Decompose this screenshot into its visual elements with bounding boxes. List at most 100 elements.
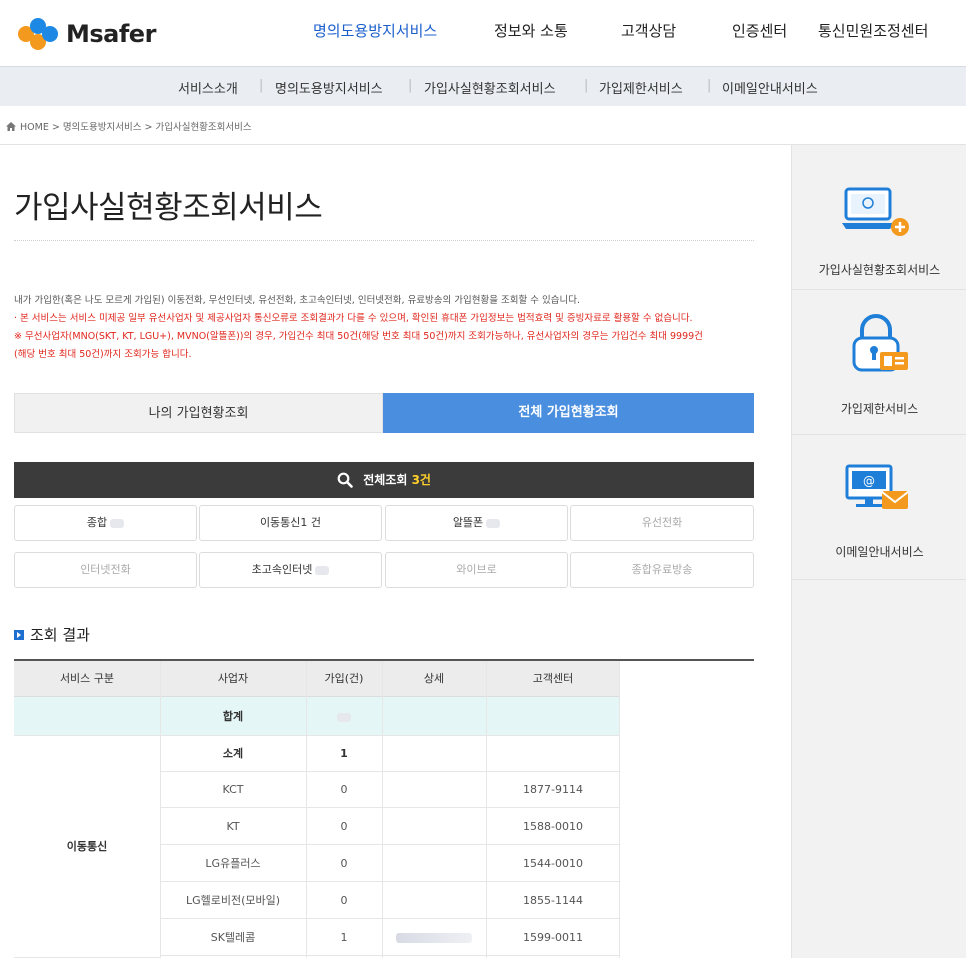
lock-card-icon: [852, 314, 908, 372]
subtotal-count: 1: [306, 736, 382, 772]
title-divider: [14, 240, 754, 241]
gnb-item-auth[interactable]: 인증센터: [732, 20, 787, 41]
notice-line: (해당 번호 최대 50건)까지 조회가능 합니다.: [14, 349, 192, 360]
col-header: 상세: [382, 661, 486, 697]
description-line: 내가 가입한(혹은 나도 모르게 가입된) 이동전화, 무선인터넷, 유선전화,…: [14, 295, 580, 306]
carrier-name: KCT: [160, 772, 306, 808]
carrier-count: 0: [306, 846, 382, 882]
group-label: 이동통신: [14, 736, 160, 958]
table-divider: [486, 661, 487, 958]
side-link-restriction[interactable]: 가입제한서비스: [792, 290, 966, 435]
notice-line: · 본 서비스는 서비스 미제공 일부 유선사업자 및 제공사업자 통신오류로 …: [14, 313, 693, 324]
category-voip[interactable]: 인터넷전화: [14, 552, 197, 588]
total-count: 3건: [411, 473, 431, 487]
bullet-icon: [14, 629, 24, 640]
table-cell: [382, 736, 486, 772]
sub-nav: 서비스소개 | 명의도용방지서비스 | 가입사실현황조회서비스 | 가입제한서비…: [0, 66, 966, 106]
quick-menu-sidebar: 가입사실현황조회서비스 가입제한서비스 @ 이메일안내서비스: [791, 145, 966, 958]
carrier-name: KT: [160, 809, 306, 845]
carrier-name: SK텔레콤: [160, 920, 306, 956]
category-landline[interactable]: 유선전화: [570, 505, 754, 541]
gnb-item-dispute[interactable]: 통신민원조정센터: [818, 20, 928, 41]
category-mvno[interactable]: 알뜰폰: [385, 505, 568, 541]
masked-count: [315, 565, 330, 575]
category-paytv[interactable]: 종합유료방송: [570, 552, 754, 588]
col-header: 가입(건): [306, 661, 382, 697]
carrier-name: LG헬로비전(모바일): [160, 883, 306, 919]
category-total[interactable]: 종합: [14, 505, 197, 541]
side-link-label: 가입사실현황조회서비스: [818, 263, 941, 277]
gnb-item-support[interactable]: 고객상담: [621, 20, 676, 41]
total-label: 전체조회: [363, 473, 408, 487]
carrier-detail: [382, 772, 486, 808]
subtotal-label: 소계: [160, 736, 306, 772]
search-icon: [337, 472, 353, 488]
table-cell: [486, 697, 620, 736]
category-broadband[interactable]: 초고속인터넷: [199, 552, 382, 588]
breadcrumb: HOME > 명의도용방지서비스 > 가입사실현황조회서비스: [6, 119, 252, 133]
carrier-phone: 1599-0011: [486, 920, 620, 956]
notice-line: ※ 무선사업자(MNO(SKT, KT, LGU+), MVNO(알뜰폰))의 …: [14, 331, 703, 342]
logo-mark-icon: [14, 17, 62, 51]
carrier-detail: [382, 809, 486, 845]
carrier-detail: [382, 846, 486, 882]
table-divider: [306, 661, 307, 958]
table-divider: [382, 661, 383, 958]
results-heading: 조회 결과: [14, 624, 90, 645]
svg-text:@: @: [863, 474, 875, 488]
carrier-phone: 1877-9114: [486, 772, 620, 808]
table-row: [14, 697, 160, 736]
sum-label: 합계: [160, 697, 306, 736]
table-cell: [382, 697, 486, 736]
subnav-divider: |: [408, 78, 413, 93]
subnav-item-email[interactable]: 이메일안내서비스: [722, 78, 818, 97]
side-link-status-query[interactable]: 가입사실현황조회서비스: [792, 145, 966, 290]
carrier-detail[interactable]: [382, 920, 486, 956]
gnb-item-info[interactable]: 정보와 소통: [494, 20, 568, 41]
subnav-item-identity[interactable]: 명의도용방지서비스: [275, 78, 383, 97]
masked-count: [337, 712, 351, 722]
home-icon[interactable]: [6, 121, 16, 131]
monitor-mail-icon: @: [845, 464, 909, 509]
carrier-phone: 1588-0010: [486, 809, 620, 845]
carrier-count: 1: [306, 920, 382, 956]
sum-count: [306, 697, 382, 736]
carrier-count: 0: [306, 809, 382, 845]
breadcrumb-text[interactable]: HOME > 명의도용방지서비스 > 가입사실현황조회서비스: [20, 119, 252, 133]
masked-detail: [396, 933, 472, 943]
subnav-divider: |: [584, 78, 589, 93]
top-header: Msafer 명의도용방지서비스 정보와 소통 고객상담 인증센터 통신민원조정…: [0, 0, 966, 66]
msafer-logo[interactable]: Msafer: [14, 16, 156, 52]
tab-my-status[interactable]: 나의 가입현황조회: [14, 393, 383, 433]
subnav-divider: |: [259, 78, 264, 93]
table-divider: [619, 661, 620, 958]
side-link-label: 가입제한서비스: [840, 402, 919, 416]
carrier-detail: [382, 883, 486, 919]
subnav-item-intro[interactable]: 서비스소개: [178, 78, 238, 97]
masked-count: [110, 518, 125, 528]
table-cell: [486, 736, 620, 772]
subnav-divider: |: [707, 78, 712, 93]
carrier-name: LG유플러스: [160, 846, 306, 882]
gnb-item-identity-theft[interactable]: 명의도용방지서비스: [313, 20, 437, 41]
subnav-item-status[interactable]: 가입사실현황조회서비스: [424, 78, 556, 97]
carrier-phone: 1544-0010: [486, 846, 620, 882]
masked-count: [486, 518, 501, 528]
carrier-count: 0: [306, 883, 382, 919]
subnav-item-restrict[interactable]: 가입제한서비스: [599, 78, 683, 97]
col-header: 서비스 구분: [14, 661, 160, 697]
category-wibro[interactable]: 와이브로: [385, 552, 568, 588]
category-mobile[interactable]: 이동통신1 건: [199, 505, 382, 541]
total-query-bar[interactable]: 전체조회 3건: [14, 462, 754, 498]
page-title: 가입사실현황조회서비스: [14, 190, 323, 226]
carrier-count: 0: [306, 772, 382, 808]
tab-all-status[interactable]: 전체 가입현황조회: [383, 393, 754, 433]
side-link-email[interactable]: @ 이메일안내서비스: [792, 435, 966, 580]
col-header: 고객센터: [486, 661, 620, 697]
carrier-phone: 1855-1144: [486, 883, 620, 919]
table-divider: [160, 661, 161, 958]
laptop-search-icon: [842, 187, 909, 236]
col-header: 사업자: [160, 661, 306, 697]
brand-name: Msafer: [66, 20, 156, 48]
side-link-label: 이메일안내서비스: [835, 545, 924, 559]
